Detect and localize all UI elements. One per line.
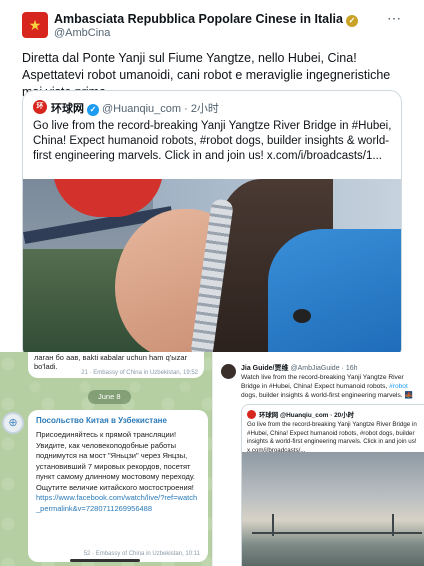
- message-meta: 52 · Embassy of China in Uzbekistan, 10:…: [83, 551, 200, 557]
- previous-message-bubble: лаган бо аав, ваkti кabalar uchun hаm q'…: [28, 352, 204, 378]
- repost-author-avatar[interactable]: [221, 364, 236, 379]
- emblem-icon: ★: [28, 17, 42, 33]
- channel-name[interactable]: Посольство Китая в Узбекистане: [36, 416, 200, 425]
- bridge-deck: [252, 532, 422, 534]
- previous-message-text: лаган бо аав, ваkti кabalar uchun hаm q'…: [34, 353, 188, 371]
- more-options-icon[interactable]: ⋯: [387, 10, 402, 27]
- quoted-author[interactable]: 环球网 ✓ @Huanqiu_com · 2小时: [51, 100, 219, 116]
- repost-author[interactable]: Jia Guide/贾维 @AmbJiaGuide · 16h: [241, 363, 358, 373]
- author-handle[interactable]: @AmbCina: [54, 27, 110, 39]
- telegram-screenshot: лаган бо аав, ваkti кabalar uchun hаm q'…: [0, 352, 212, 566]
- quoted-tweet-text: Go live from the record-breaking Yanji Y…: [33, 120, 392, 162]
- hashtag-link[interactable]: #robot: [389, 383, 408, 390]
- repost-text: Watch live from the record-breaking Yanj…: [241, 373, 423, 400]
- channel-avatar[interactable]: ⊕: [2, 412, 24, 434]
- author-name[interactable]: Ambasciata Repubblica Popolare Cinese in…: [54, 12, 358, 27]
- bridge-tower: [392, 514, 394, 536]
- verified-badge-icon: ✓: [87, 104, 99, 116]
- message-link[interactable]: https://www.facebook.com/watch/live/?ref…: [36, 493, 200, 514]
- repost-screenshot: Jia Guide/贾维 @AmbJiaGuide · 16h Watch liv…: [212, 352, 424, 566]
- quoted-author-name: 环球网: [51, 103, 84, 115]
- author-avatar[interactable]: ★: [22, 12, 48, 38]
- bridge-tower: [272, 514, 274, 536]
- emblem-icon: ⊕: [8, 417, 18, 429]
- home-indicator: [70, 559, 140, 562]
- verified-badge-icon: ✓: [345, 15, 358, 27]
- quoted-author-avatar: [247, 410, 256, 419]
- repost-text-start: Watch live from the record-breaking Yanj…: [241, 374, 404, 390]
- presenter-jacket: [268, 229, 401, 359]
- quoted-tweet-text: Go live from the record-breaking Yanji Y…: [247, 421, 417, 454]
- main-tweet: ★ Ambasciata Repubblica Popolare Cinese …: [0, 0, 424, 360]
- previous-message-meta: 21 · Embassy of China in Uzbekistan, 19:…: [81, 370, 198, 376]
- date-badge: June 8: [88, 390, 131, 404]
- author-name-text: Ambasciata Repubblica Popolare Cinese in…: [54, 12, 343, 26]
- repost-quoted-tweet[interactable]: 环球网 @Huanqiu_com · 20小时 Go live from the…: [241, 404, 424, 566]
- message-text: Присоединяйтесь к прямой трансляции! Уви…: [36, 430, 195, 492]
- quoted-handle-time: @Huanqiu_com · 2小时: [102, 103, 219, 115]
- quoted-author-name: 环球网 @Huanqiu_com · 20小时: [259, 412, 355, 419]
- live-video-thumbnail[interactable]: [23, 179, 401, 359]
- bridge-photo[interactable]: [242, 452, 424, 566]
- repost-author-name: Jia Guide/贾维: [241, 365, 289, 372]
- repost-handle: @AmbJiaGuide · 16h: [290, 365, 358, 372]
- clip-microphone: [293, 309, 311, 323]
- quoted-author-avatar[interactable]: 环: [33, 100, 47, 114]
- quoted-tweet[interactable]: 环 环球网 ✓ @Huanqiu_com · 2小时 Go live from th…: [22, 90, 402, 360]
- repost-text-end: dogs, builder insights & world-first eng…: [241, 392, 413, 399]
- message-bubble: Посольство Китая в Узбекистане Присоедин…: [28, 410, 208, 562]
